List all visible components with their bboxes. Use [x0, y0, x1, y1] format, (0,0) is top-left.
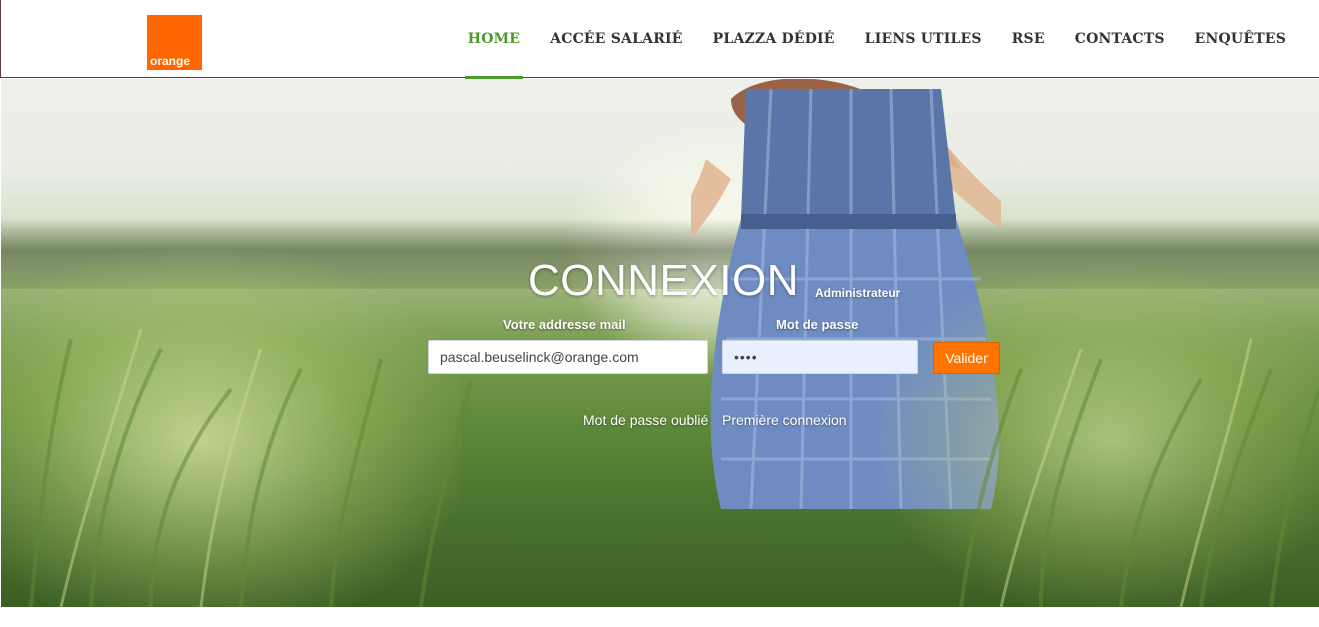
password-input[interactable]	[722, 340, 918, 374]
email-label: Votre addresse mail	[503, 317, 626, 332]
nav-item-contacts[interactable]: CONTACTS	[1060, 0, 1180, 78]
first-login-link[interactable]: Première connexion	[722, 412, 847, 428]
nav-item-liens-utiles[interactable]: LIENS UTILES	[850, 0, 997, 78]
nav-item-rse[interactable]: RSE	[997, 0, 1060, 78]
site-header: orange HOME ACCÉE SALARIÉ PLAZZA DÉDIÉ L…	[0, 0, 1319, 79]
email-input[interactable]	[428, 340, 708, 374]
forgot-password-link[interactable]: Mot de passe oublié	[583, 412, 708, 428]
logo-text: orange	[150, 54, 191, 68]
password-label: Mot de passe	[776, 317, 859, 332]
admin-label: Administrateur	[815, 286, 901, 300]
login-title: CONNEXION	[528, 256, 799, 305]
nav-item-enquetes[interactable]: ENQUÊTES	[1180, 0, 1301, 78]
main-nav: HOME ACCÉE SALARIÉ PLAZZA DÉDIÉ LIENS UT…	[453, 0, 1301, 79]
orange-logo[interactable]: orange	[147, 15, 202, 70]
nav-item-home[interactable]: HOME	[453, 0, 535, 79]
nav-item-plazza-dedie[interactable]: PLAZZA DÉDIÉ	[698, 0, 850, 78]
nav-item-accee-salarie[interactable]: ACCÉE SALARIÉ	[535, 0, 698, 78]
hero-background-image: CONNEXION Administrateur Votre addresse …	[1, 79, 1319, 607]
login-panel: CONNEXION Administrateur Votre addresse …	[1, 79, 1319, 607]
submit-button[interactable]: Valider	[933, 342, 1000, 374]
